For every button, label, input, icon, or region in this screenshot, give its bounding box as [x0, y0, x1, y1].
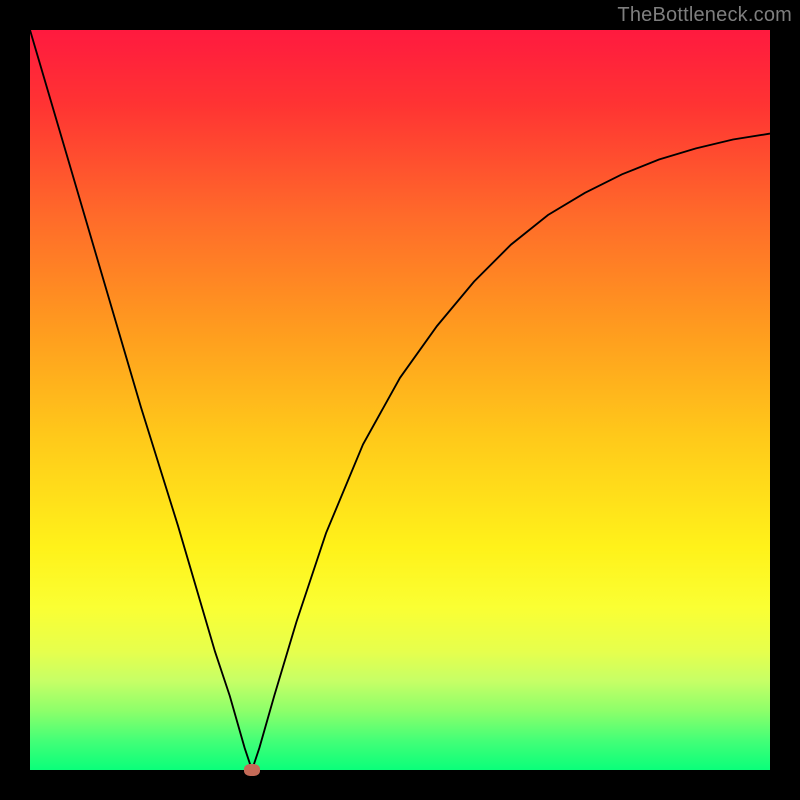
minimum-marker [244, 764, 260, 776]
curve-svg [30, 30, 770, 770]
watermark-text: TheBottleneck.com [617, 4, 792, 27]
bottleneck-curve-path [30, 30, 770, 770]
chart-frame: TheBottleneck.com [0, 0, 800, 800]
plot-area [30, 30, 770, 770]
